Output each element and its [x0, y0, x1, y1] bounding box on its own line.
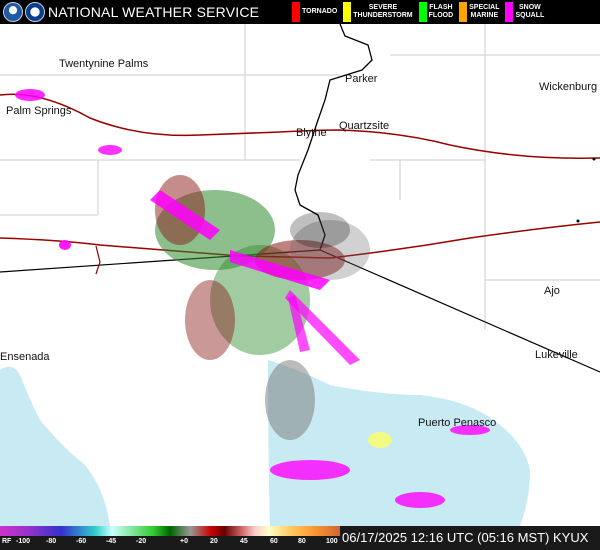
city-label-ajo: Ajo: [544, 285, 560, 297]
city-label-wickenburg: Wickenburg: [539, 81, 598, 93]
legend-swatch: [292, 2, 300, 22]
city-label-quartzsite: Quartzsite: [339, 120, 390, 132]
header-bar: NATIONAL WEATHER SERVICE TORNADO SEVERE …: [0, 0, 600, 24]
city-label-lukeville: Lukeville: [535, 349, 578, 361]
city-marker: [592, 157, 596, 161]
bottom-bar: RF -100 -80 -60 -45 -20 +0 20 45 60 80 1…: [0, 526, 600, 550]
city-label-parker: Parker: [345, 73, 378, 85]
legend-label: SNOW SQUALL: [515, 4, 545, 19]
reflectivity-color-scale: [0, 526, 340, 536]
city-label-ensenada: Ensenada: [0, 351, 50, 363]
scale-tick: 80: [298, 538, 306, 545]
legend-tornado: TORNADO: [288, 0, 339, 24]
scale-tick: -60: [76, 538, 87, 545]
nws-logo-icon: [25, 2, 45, 22]
scale-ticks: RF -100 -80 -60 -45 -20 +0 20 45 60 80 1…: [0, 538, 340, 548]
map-canvas: [0, 24, 600, 526]
legend-swatch: [343, 2, 352, 22]
scale-tick: 20: [210, 538, 218, 545]
legend-label: FLASH FLOOD: [428, 4, 454, 19]
legend-snow-squall: SNOW SQUALL: [501, 0, 546, 24]
scale-tick: 60: [270, 538, 278, 545]
scale-tick: -45: [106, 538, 117, 545]
city-label-palm-springs: Palm Springs: [6, 105, 72, 117]
legend-label: TORNADO: [302, 8, 338, 15]
scale-tick: -100: [16, 538, 31, 545]
legend-label: SEVERE THUNDERSTORM: [353, 4, 413, 19]
city-label-puerto-penasco: Puerto Penasco: [418, 417, 497, 429]
legend-special-marine: SPECIAL MARINE: [455, 0, 501, 24]
brand: NATIONAL WEATHER SERVICE: [0, 0, 284, 24]
scale-tick: -20: [136, 538, 147, 545]
city-label-blythe: Blythe: [296, 127, 327, 139]
legend-swatch: [505, 2, 514, 22]
noaa-logo-icon: [3, 2, 23, 22]
radar-display: NATIONAL WEATHER SERVICE TORNADO SEVERE …: [0, 0, 600, 550]
legend-severe-thunderstorm: SEVERE THUNDERSTORM: [339, 0, 414, 24]
scale-tick: +0: [180, 538, 188, 545]
legend-flash-flood: FLASH FLOOD: [415, 0, 456, 24]
scale-tick: 100: [326, 538, 338, 545]
map-area[interactable]: Twentynine Palms Parker Wickenburg Palm …: [0, 24, 600, 526]
city-label-twentynine-palms: Twentynine Palms: [59, 58, 149, 70]
scale-prefix: RF: [2, 538, 12, 545]
scale-tick: -80: [46, 538, 57, 545]
city-marker: [576, 219, 580, 223]
scale-tick: 45: [240, 538, 248, 545]
legend-label: SPECIAL MARINE: [469, 4, 500, 19]
warning-legend: TORNADO SEVERE THUNDERSTORM FLASH FLOOD …: [288, 0, 546, 24]
timestamp: 06/17/2025 12:16 UTC (05:16 MST) KYUX: [342, 530, 589, 545]
legend-swatch: [418, 2, 427, 22]
legend-swatch: [459, 2, 468, 22]
page-title: NATIONAL WEATHER SERVICE: [48, 4, 260, 20]
